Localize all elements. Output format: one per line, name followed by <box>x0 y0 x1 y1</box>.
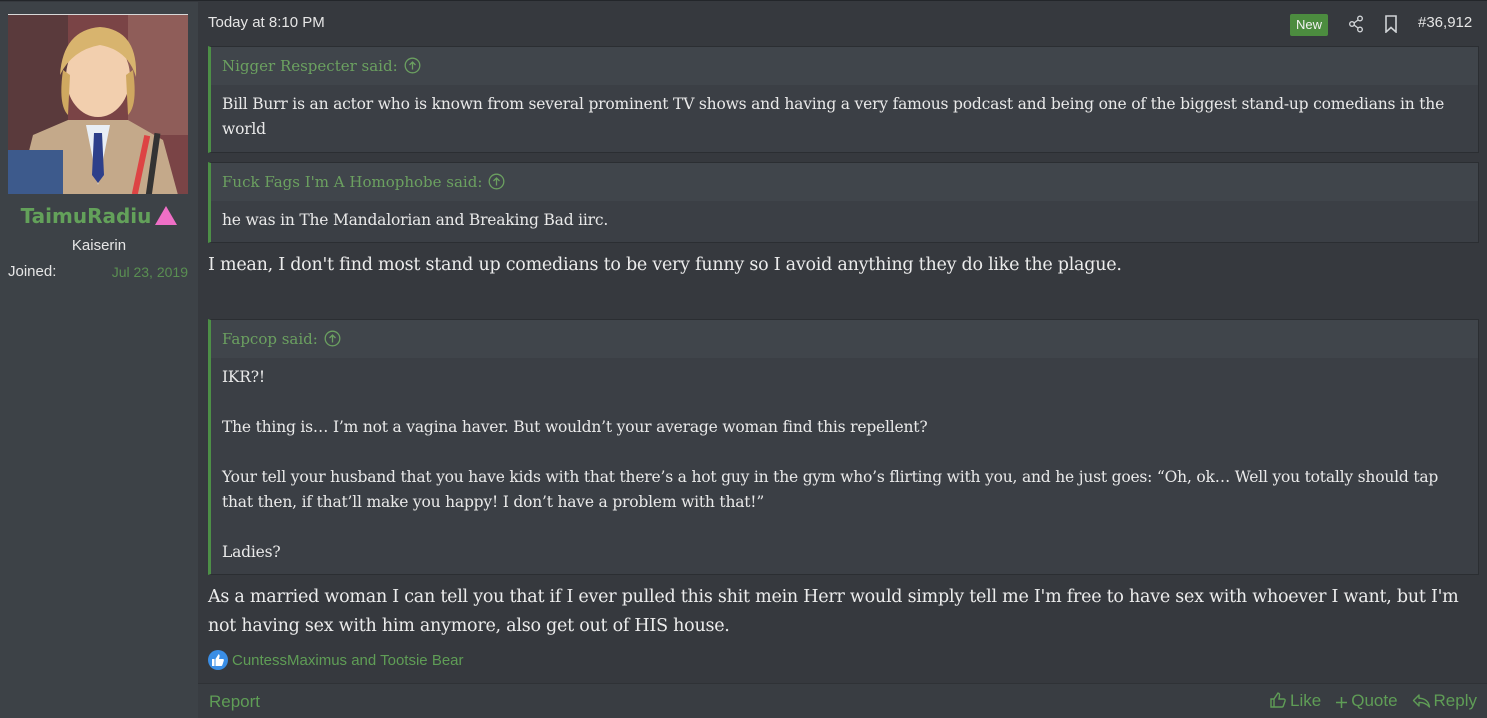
reply-label[interactable]: Reply <box>1434 691 1477 710</box>
message-text: As a married woman I can tell you that i… <box>208 587 1459 636</box>
message-text: I mean, I don't find most stand up comed… <box>208 255 1122 275</box>
user-avatar[interactable] <box>8 14 188 194</box>
triangle-role-icon <box>155 206 178 225</box>
post-timestamp[interactable]: Today at 8:10 PM <box>208 14 325 31</box>
reply-button[interactable]: Reply <box>1412 691 1477 710</box>
arrow-up-circle-icon[interactable] <box>488 173 505 190</box>
bookmark-icon[interactable] <box>1384 15 1398 33</box>
quote-label[interactable]: Quote <box>1351 691 1397 710</box>
like-button[interactable]: Like <box>1269 691 1321 710</box>
quote-content: IKR?! The thing is… I’m not a vagina hav… <box>211 358 1478 574</box>
share-icon[interactable] <box>1348 15 1364 33</box>
new-badge: New <box>1290 14 1329 36</box>
post-number[interactable]: #36,912 <box>1418 14 1472 31</box>
quote-author[interactable]: Nigger Respecter said: <box>222 57 398 75</box>
username[interactable]: TaimuRadiu <box>0 204 198 228</box>
arrow-up-circle-icon[interactable] <box>404 57 421 74</box>
joined-date: Jul 23, 2019 <box>111 264 188 280</box>
quote-content: Bill Burr is an actor who is known from … <box>211 85 1478 151</box>
post-actions: Like Quote Reply <box>1255 691 1477 711</box>
quote-header[interactable]: Fuck Fags I'm A Homophobe said: <box>211 163 1478 201</box>
quote-button[interactable]: Quote <box>1335 691 1398 710</box>
post-main: Today at 8:10 PM New #36,912 Nigger Resp… <box>198 2 1487 718</box>
quote-paragraph: Your tell your husband that you have kid… <box>222 468 1439 511</box>
plus-icon <box>1336 697 1348 708</box>
quote-paragraph: Ladies? <box>222 543 281 561</box>
quote-paragraph: he was in The Mandalorian and Breaking B… <box>222 211 609 229</box>
forum-post: TaimuRadiu Kaiserin Joined: Jul 23, 2019… <box>0 0 1487 718</box>
reactions-bar[interactable]: CuntessMaximus and Tootsie Bear <box>208 650 464 674</box>
quote-author[interactable]: Fapcop said: <box>222 330 318 348</box>
user-title: Kaiserin <box>71 237 127 254</box>
quote-header[interactable]: Fapcop said: <box>211 320 1478 358</box>
quote-block: Fapcop said: IKR?! The thing is… I’m not… <box>208 319 1479 575</box>
quote-paragraph: Bill Burr is an actor who is known from … <box>222 95 1445 138</box>
reaction-users[interactable]: CuntessMaximus and Tootsie Bear <box>232 652 464 669</box>
thumbs-up-icon <box>208 650 228 670</box>
joined-label: Joined: <box>8 263 57 280</box>
quote-header[interactable]: Nigger Respecter said: <box>211 47 1478 85</box>
like-label[interactable]: Like <box>1290 691 1321 710</box>
quote-content: he was in The Mandalorian and Breaking B… <box>211 201 1478 242</box>
quote-block: Nigger Respecter said: Bill Burr is an a… <box>208 46 1479 153</box>
reply-icon <box>1412 694 1430 708</box>
quote-paragraph: The thing is… I’m not a vagina haver. Bu… <box>222 418 928 436</box>
arrow-up-circle-icon[interactable] <box>324 330 341 347</box>
thumbs-up-outline-icon <box>1270 692 1286 708</box>
quote-paragraph: IKR?! <box>222 368 265 386</box>
report-link[interactable]: Report <box>209 692 260 712</box>
quote-block: Fuck Fags I'm A Homophobe said: he was i… <box>208 162 1479 243</box>
username-text[interactable]: TaimuRadiu <box>21 204 152 228</box>
quote-author[interactable]: Fuck Fags I'm A Homophobe said: <box>222 173 482 191</box>
user-sidebar: TaimuRadiu Kaiserin Joined: Jul 23, 2019 <box>0 2 198 718</box>
post-footer: Report Like Quote Reply <box>198 683 1487 718</box>
